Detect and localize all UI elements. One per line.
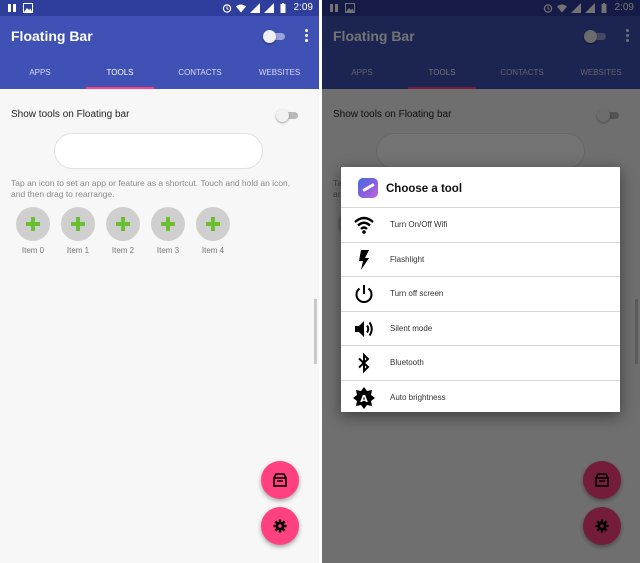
tool-item[interactable]: Item 2: [106, 207, 140, 255]
option-label: Flashlight: [390, 254, 425, 264]
add-icon: [116, 217, 130, 231]
more-options-icon[interactable]: [303, 29, 309, 45]
app-logo-icon: [358, 178, 378, 198]
help-text: Tap an icon to set an app or feature as …: [11, 178, 291, 199]
tool-item[interactable]: Item 1: [61, 207, 95, 255]
option-silent-mode[interactable]: Silent mode: [341, 312, 620, 346]
option-label: Bluetooth: [390, 358, 424, 367]
app-bar: Floating Bar: [0, 16, 319, 60]
app-title: Floating Bar: [11, 28, 93, 44]
battery-icon: [280, 2, 286, 13]
add-icon: [161, 217, 175, 231]
signal-icon: [263, 2, 274, 13]
power-icon: [355, 285, 373, 303]
status-bar: 2:09: [0, 0, 319, 16]
floating-bar-preview: [54, 133, 263, 169]
screen-choose-tool: 2:09 Floating Bar APPS TOOLS CONTACTS WE…: [322, 0, 640, 563]
flashlight-icon: [359, 249, 369, 270]
wifi-status-icon: [235, 4, 246, 12]
tool-item[interactable]: Item 3: [151, 207, 185, 255]
tab-bar: APPS TOOLS CONTACTS WEBSITES: [0, 60, 319, 89]
alarm-icon: [222, 3, 231, 13]
option-wifi[interactable]: Turn On/Off Wifi: [341, 208, 620, 243]
option-auto-brightness[interactable]: A Auto brightness: [341, 381, 620, 416]
status-time: 2:09: [293, 2, 313, 13]
option-label: Silent mode: [390, 323, 433, 333]
bluetooth-icon: [358, 352, 370, 374]
image-icon: [23, 3, 33, 13]
scrollbar[interactable]: [314, 299, 317, 364]
volume-icon: [355, 320, 373, 337]
option-bluetooth[interactable]: Bluetooth: [341, 346, 620, 381]
gear-icon: [273, 519, 287, 533]
option-label: Auto brightness: [390, 392, 446, 402]
floating-bar-toggle[interactable]: [263, 30, 285, 43]
add-icon: [206, 217, 220, 231]
tab-contacts[interactable]: CONTACTS: [160, 60, 240, 89]
wifi-icon: [354, 216, 374, 234]
pause-icon: [8, 4, 16, 12]
tab-websites[interactable]: WEBSITES: [240, 60, 319, 89]
option-flashlight[interactable]: Flashlight: [341, 243, 620, 277]
show-tools-toggle[interactable]: [276, 109, 298, 122]
option-turn-off-screen[interactable]: Turn off screen: [341, 277, 620, 312]
store-fab[interactable]: [261, 461, 299, 499]
option-label: Turn off screen: [390, 289, 444, 298]
add-icon: [26, 217, 40, 231]
show-tools-label: Show tools on Floating bar: [11, 109, 130, 120]
tab-tools[interactable]: TOOLS: [80, 60, 160, 89]
svg-text:A: A: [360, 394, 368, 405]
dialog-header: Choose a tool: [341, 167, 620, 208]
settings-fab[interactable]: [261, 507, 299, 545]
tool-item[interactable]: Item 0: [16, 207, 50, 255]
tab-apps[interactable]: APPS: [0, 60, 80, 89]
tool-items: Item 0 Item 1 Item 2 Item 3 Item 4: [16, 207, 241, 255]
screen-tools-tab: 2:09 Floating Bar APPS TOOLS CONTACTS WE…: [0, 0, 319, 563]
option-label: Turn On/Off Wifi: [390, 220, 448, 229]
choose-tool-dialog: Choose a tool Turn On/Off Wifi Flashligh…: [341, 167, 620, 412]
signal-icon: [249, 2, 260, 13]
store-icon: [273, 473, 287, 487]
tool-item[interactable]: Item 4: [196, 207, 230, 255]
add-icon: [71, 217, 85, 231]
auto-brightness-icon: A: [353, 386, 375, 409]
dialog-title: Choose a tool: [386, 183, 463, 195]
